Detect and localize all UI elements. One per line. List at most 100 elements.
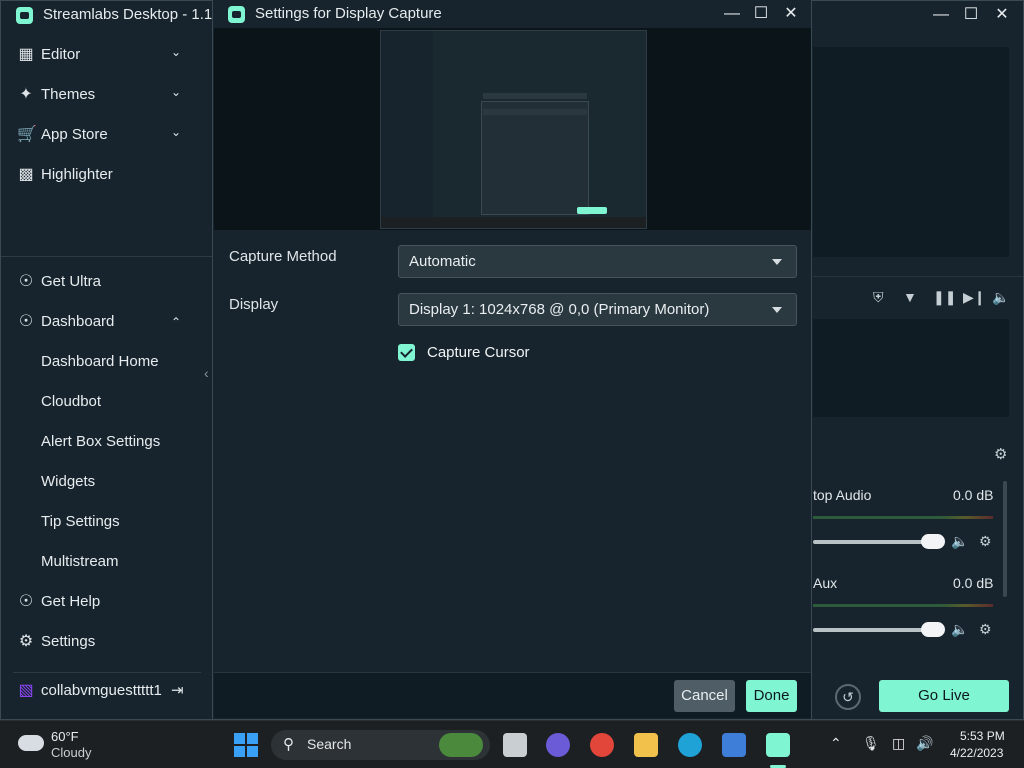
mute-icon[interactable]: 🔈 [951,621,968,638]
edge-icon[interactable] [678,733,702,757]
volume-slider-handle[interactable] [921,622,945,637]
mixer-scrollbar[interactable] [1003,481,1007,597]
sidebar-item-label: Multistream [41,553,119,570]
volume-slider-handle[interactable] [921,534,945,549]
maximize-icon[interactable]: ☐ [748,3,774,25]
replay-icon[interactable]: ↺ [835,684,861,710]
main-window-title: Streamlabs Desktop - 1.12.5 [43,6,213,23]
windows-start-icon[interactable] [234,733,258,757]
volume-slider[interactable] [813,628,933,632]
volume-slider[interactable] [813,540,933,544]
store-icon[interactable] [722,733,746,757]
dialog-title: Settings for Display Capture [255,5,442,22]
skip-icon[interactable]: ▶❙ [963,289,986,306]
dialog-title-bar: Settings for Display Capture — ☐ ✕ [213,0,811,28]
sidebar-item-editor[interactable]: ▦ Editor ⌄ [1,37,213,73]
search-highlight-globe-icon [439,733,483,757]
task-view-icon[interactable] [503,733,527,757]
channel-settings-gear-icon[interactable]: ⚙ [979,533,992,550]
sidebar-item-cloudbot[interactable]: Cloudbot [1,384,213,420]
teams-chat-icon[interactable] [546,733,570,757]
filter-icon[interactable]: ▼ [903,289,917,305]
streamlabs-logo-icon [16,7,33,24]
twitch-icon: ▧ [18,682,34,699]
cancel-button[interactable]: Cancel [674,680,735,712]
sidebar-item-highlighter[interactable]: ▩ Highlighter [1,157,213,193]
chrome-icon[interactable] [590,733,614,757]
username: collabvmguesttttt1 [41,682,162,699]
sidebar-item-label: Get Help [41,593,101,610]
sidebar-item-tip-settings[interactable]: Tip Settings [1,504,213,540]
dashboard-icon: ☉ [18,313,34,330]
search-icon: ⚲ [283,736,294,753]
volume-icon[interactable]: 🔈 [992,289,1009,306]
network-icon[interactable]: ◫ [892,735,905,752]
sidebar-item-settings[interactable]: ⚙ Settings [1,624,213,660]
close-icon[interactable]: ✕ [989,4,1015,26]
start-tile [234,746,245,757]
chevron-up-icon[interactable]: ⌃ [830,735,842,752]
sidebar-item-multistream[interactable]: Multistream [1,544,213,580]
sidebar-item-get-help[interactable]: ☉ Get Help [1,584,213,620]
collapse-sidebar-icon[interactable]: ‹ [204,365,209,381]
speaker-icon[interactable]: 🔊 [916,735,933,752]
start-tile [234,733,245,744]
sidebar-item-themes[interactable]: ✦ Themes ⌄ [1,77,213,113]
close-icon[interactable]: ✕ [778,3,804,25]
clock-time[interactable]: 5:53 PM [960,729,1005,743]
mixer-channel-name: top Audio [813,487,872,503]
ultra-icon: ☉ [18,273,34,290]
chevron-down-icon: ⌄ [171,85,182,99]
maximize-icon[interactable]: ☐ [958,4,984,26]
go-live-button[interactable]: Go Live [879,680,1009,712]
pause-icon[interactable]: ❚❚ [933,289,956,306]
audio-meter [813,604,993,607]
chevron-down-icon: ⌄ [171,45,182,59]
sidebar: ▦ Editor ⌄ ✦ Themes ⌄ 🛒 App Store ⌄ ▩ Hi… [1,29,213,719]
done-button[interactable]: Done [746,680,797,712]
display-select[interactable]: Display 1: 1024x768 @ 0,0 (Primary Monit… [398,293,797,326]
mixer-settings-gear-icon[interactable]: ⚙ [994,445,1007,463]
preview-dialog [481,101,589,215]
capture-cursor-checkbox[interactable] [398,344,415,361]
logout-icon[interactable]: ⇥ [171,681,184,699]
shield-icon[interactable]: ⛨ [873,289,884,306]
sidebar-item-app-store[interactable]: 🛒 App Store ⌄ [1,117,213,153]
streamlabs-logo-icon [228,6,245,23]
mixer-channel-name: Aux [813,575,838,591]
mixer-channel-level: 0.0 dB [953,575,994,591]
minimize-icon[interactable]: — [928,4,954,26]
streamlabs-taskbar-icon[interactable] [766,733,790,757]
channel-settings-gear-icon[interactable]: ⚙ [979,621,992,638]
preview-done [577,207,607,214]
display-value: Display 1: 1024x768 @ 0,0 (Primary Monit… [409,301,710,318]
sidebar-item-label: Get Ultra [41,273,102,290]
sidebar-item-alert-box-settings[interactable]: Alert Box Settings [1,424,213,460]
start-tile [247,746,258,757]
sidebar-item-label: Editor [41,46,81,63]
start-tile [247,733,258,744]
sidebar-item-widgets[interactable]: Widgets [1,464,213,500]
sidebar-item-label: Cloudbot [41,393,102,410]
preview-select [483,93,587,99]
weather-description: Cloudy [51,745,92,760]
minimize-icon[interactable]: — [719,3,745,25]
user-account[interactable]: ▧ collabvmguesttttt1 ⇥ [1,673,213,709]
taskbar-search[interactable]: ⚲ Search [271,730,490,760]
file-explorer-icon[interactable] [634,733,658,757]
preview-sidebar [381,31,433,228]
clock-date[interactable]: 4/22/2023 [950,746,1003,760]
sidebar-item-dashboard-home[interactable]: Dashboard Home [1,344,213,380]
microphone-icon[interactable]: 🎙 [862,735,880,752]
sidebar-item-label: Themes [41,86,96,103]
sidebar-item-dashboard[interactable]: ☉ Dashboard ⌃ [1,304,213,340]
weather-cloud-icon [18,735,44,751]
themes-icon: ✦ [19,86,33,103]
mute-icon[interactable]: 🔈 [951,533,968,550]
capture-method-select[interactable]: Automatic [398,245,797,278]
display-label: Display [229,296,279,313]
sidebar-item-label: Dashboard Home [41,353,159,370]
display-capture-settings-dialog: Settings for Display Capture — ☐ ✕ Captu… [212,0,812,719]
sidebar-item-get-ultra[interactable]: ☉ Get Ultra [1,264,213,300]
chevron-down-icon [772,307,782,313]
